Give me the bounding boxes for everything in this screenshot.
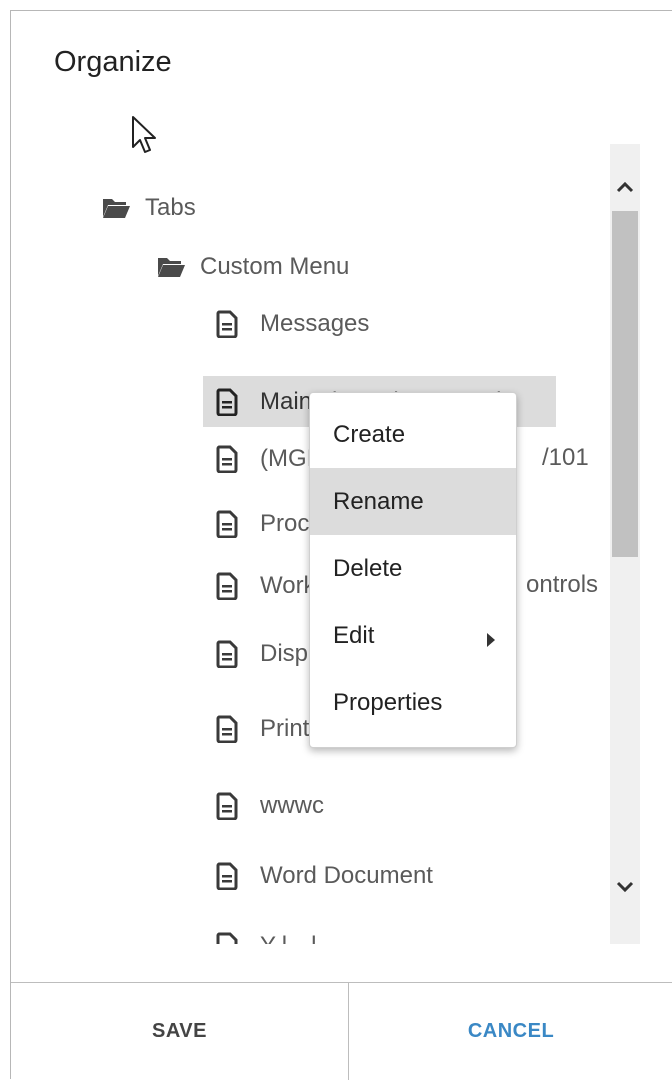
- menu-item-properties[interactable]: Properties: [310, 669, 516, 736]
- tree-item-custom-menu[interactable]: Custom Menu: [156, 252, 349, 282]
- document-icon: [212, 639, 242, 669]
- document-icon: [212, 444, 242, 474]
- tree-item-word-document[interactable]: Word Document: [212, 861, 433, 891]
- menu-item-label: Edit: [333, 621, 375, 649]
- tree-item-messages[interactable]: Messages: [212, 309, 369, 339]
- cancel-button[interactable]: CANCEL: [349, 983, 672, 1080]
- scroll-thumb[interactable]: [612, 211, 638, 557]
- tree-item-label: Y-l---l-: [260, 932, 324, 944]
- tree-item-label: Tabs: [145, 194, 196, 221]
- tree-item-label: Word Document: [260, 862, 433, 889]
- tree-item-wwwc[interactable]: wwwc: [212, 791, 324, 821]
- tree-item-print[interactable]: Print: [212, 714, 309, 744]
- menu-item-edit[interactable]: Edit: [310, 602, 516, 669]
- folder-open-icon: [156, 252, 186, 282]
- tree-item-proc[interactable]: Proc: [212, 509, 309, 539]
- menu-item-create[interactable]: Create: [310, 401, 516, 468]
- tree-item-label: Messages: [260, 310, 370, 337]
- tree-item-label: Proc: [260, 510, 310, 537]
- menu-item-label: Properties: [333, 688, 443, 716]
- document-icon: [212, 861, 242, 891]
- tree-item-mgi[interactable]: (MGI: [212, 444, 313, 474]
- scroll-down-button[interactable]: [610, 859, 640, 919]
- save-button[interactable]: SAVE: [11, 983, 348, 1080]
- dialog-footer: SAVE CANCEL: [11, 982, 672, 1080]
- document-icon: [212, 509, 242, 539]
- tree-item-tabs[interactable]: Tabs: [101, 193, 196, 223]
- scroll-up-button[interactable]: [610, 159, 640, 219]
- menu-item-rename[interactable]: Rename: [310, 468, 516, 535]
- document-icon: [212, 931, 242, 944]
- context-menu: Create Rename Delete Edit Properties: [309, 392, 517, 748]
- menu-item-label: Create: [333, 420, 406, 448]
- folder-open-icon: [101, 193, 131, 223]
- mouse-cursor-icon: [131, 115, 157, 160]
- document-icon: [212, 309, 242, 339]
- menu-item-delete[interactable]: Delete: [310, 535, 516, 602]
- tree-item-label-tail: ontrols: [526, 571, 599, 598]
- document-icon: [212, 571, 242, 601]
- chevron-down-icon: [616, 880, 634, 898]
- menu-item-label: Rename: [333, 487, 424, 515]
- tree-item-label: wwwc: [260, 792, 324, 819]
- tree-scrollbar[interactable]: [610, 144, 640, 944]
- tree-item-label: Displ: [260, 640, 314, 667]
- tree-item-label: Work: [260, 572, 316, 599]
- document-icon: [212, 791, 242, 821]
- tree-item-label: Custom Menu: [200, 253, 350, 280]
- chevron-up-icon: [616, 180, 634, 198]
- tree-item-partial[interactable]: Y-l---l-: [212, 931, 324, 944]
- tree-item-label: (MGI: [260, 445, 314, 472]
- submenu-arrow-icon: [486, 627, 496, 655]
- tree-item-displ[interactable]: Displ: [212, 639, 313, 669]
- tree-item-label-tail: /101: [542, 444, 589, 471]
- tree-item-label: Print: [260, 715, 310, 742]
- document-icon: [212, 387, 242, 417]
- document-icon: [212, 714, 242, 744]
- dialog-title: Organize: [54, 46, 172, 78]
- tree-item-work[interactable]: Work: [212, 571, 316, 601]
- menu-item-label: Delete: [333, 554, 403, 582]
